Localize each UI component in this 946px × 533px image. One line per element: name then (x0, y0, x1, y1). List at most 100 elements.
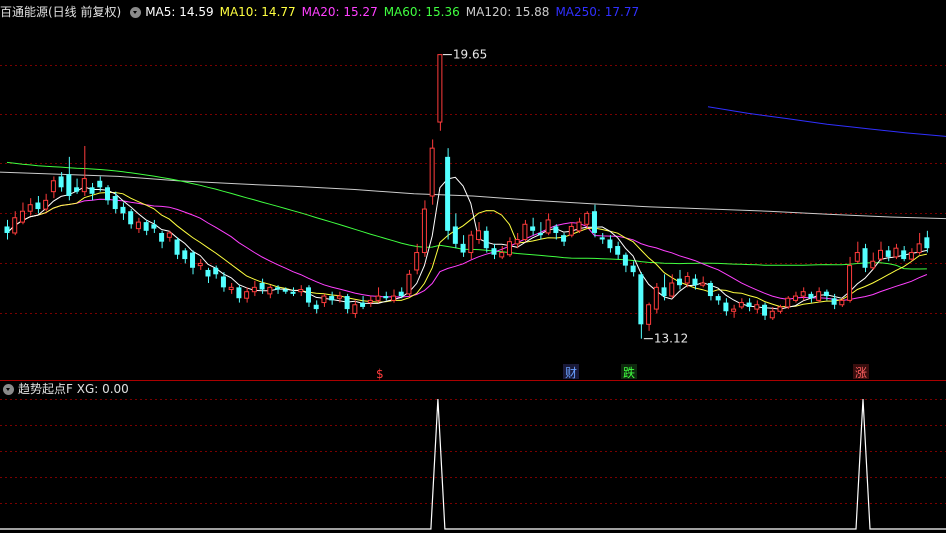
candle (522, 219, 528, 242)
candle-body (391, 295, 396, 301)
candle (885, 246, 891, 262)
grid-lines (0, 65, 946, 314)
candle (414, 243, 420, 275)
candle (174, 237, 180, 260)
marker-cai[interactable]: 财 (565, 366, 577, 380)
candle-body (228, 286, 234, 291)
candle-body (197, 262, 203, 267)
candle (700, 276, 706, 288)
candle-body (313, 304, 319, 310)
candle (908, 248, 914, 262)
candle-body (66, 174, 72, 196)
candle-body (584, 212, 590, 225)
candle-body (885, 250, 891, 257)
candle (244, 287, 250, 303)
candle (360, 296, 366, 310)
candle-body (321, 295, 327, 304)
candle (151, 219, 157, 233)
candle (483, 226, 489, 253)
candle (677, 269, 683, 290)
candle (723, 298, 729, 316)
candle (298, 285, 304, 297)
candle (646, 302, 652, 331)
candle-body (336, 295, 342, 299)
candle-body (831, 298, 837, 305)
candle (870, 252, 876, 270)
candle (468, 230, 474, 260)
candle-body (800, 291, 806, 297)
candle (74, 178, 80, 194)
candle (862, 243, 868, 273)
ma-lines (0, 106, 946, 310)
candle-body (530, 226, 536, 231)
candle-body (522, 223, 528, 240)
candle-body (375, 295, 381, 301)
candle-body (754, 304, 760, 310)
candle-body (661, 287, 667, 297)
candle-body (537, 232, 543, 236)
candle-body (731, 308, 737, 312)
candle-body (251, 286, 257, 293)
marker-dollar[interactable]: $ (376, 367, 384, 381)
candle (576, 217, 582, 233)
candle (259, 278, 265, 294)
max-price-label: 19.65 (453, 48, 487, 62)
candle (615, 241, 621, 260)
candle-body (893, 247, 899, 258)
candle-body (159, 232, 165, 242)
candle (622, 252, 628, 273)
candle (267, 285, 273, 299)
kline-chart[interactable]: 19.65 13.12 $ 财 跌 涨 (0, 0, 946, 533)
candle (499, 246, 505, 260)
marker-die[interactable]: 跌 (623, 365, 635, 380)
candle (553, 224, 559, 240)
candle (190, 250, 196, 275)
candle-body (700, 282, 706, 286)
candle-body (723, 302, 729, 312)
candle-body (638, 274, 644, 325)
candle-body (182, 250, 188, 260)
candle (476, 222, 482, 244)
candle (561, 232, 567, 247)
candle-body (491, 248, 497, 255)
candle-body (282, 289, 288, 292)
indicator-grid (0, 399, 946, 504)
candle (707, 280, 713, 301)
candle-body (50, 180, 56, 193)
candle-body (398, 291, 404, 297)
candle (367, 296, 373, 307)
candle-body (437, 54, 443, 123)
candle (159, 230, 165, 249)
candle (236, 285, 242, 303)
candle (460, 235, 466, 257)
candle (800, 287, 806, 301)
candle-body (738, 302, 744, 308)
candle-body (808, 293, 814, 299)
candle (81, 145, 87, 196)
candle (808, 291, 814, 303)
candle (421, 200, 427, 257)
candle-body (367, 299, 373, 304)
candle (50, 176, 56, 199)
candle-body (646, 304, 652, 325)
candle (58, 172, 64, 192)
candle (816, 287, 822, 303)
candle-body (622, 254, 628, 266)
candle-body (12, 217, 18, 234)
candle (182, 248, 188, 264)
marker-zhang[interactable]: 涨 (855, 365, 867, 380)
candle (120, 202, 126, 220)
candle-body (599, 237, 605, 240)
candle-body (421, 208, 427, 254)
candle (599, 232, 605, 244)
candle (406, 269, 412, 297)
candle (251, 280, 257, 297)
candle (445, 148, 451, 240)
candle-body (568, 225, 574, 236)
candle-body (104, 187, 110, 201)
candle-body (715, 296, 721, 301)
candle (4, 219, 10, 240)
candle-body (383, 296, 389, 299)
candle (491, 243, 497, 260)
candle-body (746, 302, 752, 307)
